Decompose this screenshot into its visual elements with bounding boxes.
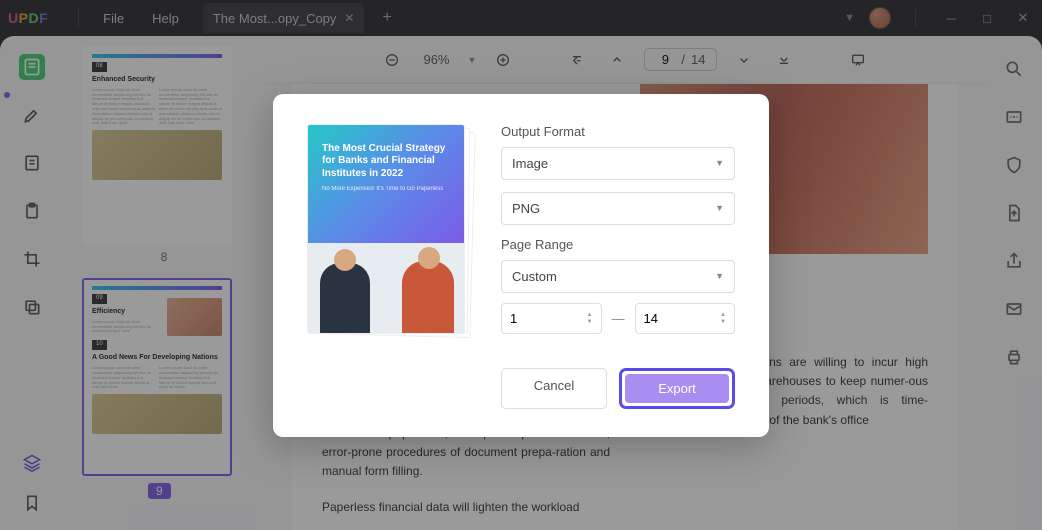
range-from-input[interactable]: ▲▼ [501,303,602,334]
chevron-down-icon: ▼ [715,203,724,213]
output-format-value: Image [512,156,548,171]
output-format-select[interactable]: Image ▼ [501,147,735,180]
file-type-select[interactable]: PNG ▼ [501,192,735,225]
file-type-value: PNG [512,201,540,216]
stepper-icon[interactable]: ▲▼ [587,312,593,325]
dialog-preview: The Most Crucial Strategy for Banks and … [307,124,471,409]
range-to-input[interactable]: ▲▼ [635,303,736,334]
chevron-down-icon: ▼ [715,271,724,281]
preview-title: The Most Crucial Strategy for Banks and … [322,143,450,181]
range-separator: — [612,311,625,326]
page-range-label: Page Range [501,237,735,252]
range-to-field[interactable] [644,311,684,326]
dialog-form: Output Format Image ▼ PNG ▼ Page Range C… [501,124,735,409]
export-button[interactable]: Export [625,374,729,403]
modal-overlay: The Most Crucial Strategy for Banks and … [0,0,1042,530]
range-from-field[interactable] [510,311,550,326]
export-dialog: The Most Crucial Strategy for Banks and … [273,94,769,437]
preview-subtitle: No More Expenses! It's Time to Go Paperl… [322,186,450,194]
stepper-icon[interactable]: ▲▼ [720,312,726,325]
cancel-button[interactable]: Cancel [501,368,607,409]
page-range-value: Custom [512,269,557,284]
chevron-down-icon: ▼ [715,158,724,168]
page-range-select[interactable]: Custom ▼ [501,260,735,293]
output-format-label: Output Format [501,124,735,139]
